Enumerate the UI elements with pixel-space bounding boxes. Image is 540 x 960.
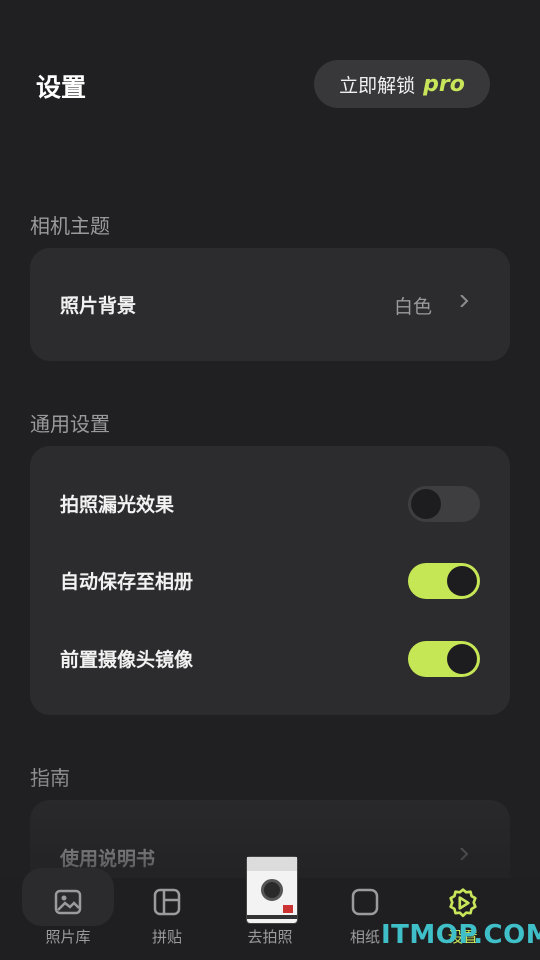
- camera-icon[interactable]: [246, 856, 298, 924]
- paper-icon: [351, 888, 379, 916]
- camera-theme-card: 照片背景 白色: [30, 248, 510, 361]
- photo-background-value: 白色: [393, 296, 432, 318]
- header: 设置 立即解锁 pro: [0, 0, 540, 140]
- front-mirror-label: 前置摄像头镜像: [60, 649, 194, 671]
- settings-icon: [449, 888, 477, 918]
- front-mirror-toggle[interactable]: [408, 641, 480, 677]
- light-leak-label: 拍照漏光效果: [60, 494, 175, 516]
- section-label-guide: 指南: [30, 766, 70, 790]
- camera-red-button: [283, 905, 293, 913]
- page-title: 设置: [36, 73, 87, 102]
- watermark: ITMOP.COM: [381, 920, 540, 950]
- photo-background-row[interactable]: 照片背景 白色: [30, 275, 510, 335]
- light-leak-row: 拍照漏光效果: [30, 474, 510, 534]
- camera-slot: [247, 915, 297, 919]
- general-settings-card: 拍照漏光效果 自动保存至相册 前置摄像头镜像: [30, 446, 510, 715]
- collage-icon: [153, 888, 181, 916]
- manual-label: 使用说明书: [60, 848, 156, 870]
- tab-label: 拼贴: [151, 928, 182, 946]
- unlock-pro-button[interactable]: 立即解锁 pro: [314, 60, 490, 108]
- auto-save-row: 自动保存至相册: [30, 551, 510, 611]
- tab-photo-library[interactable]: 照片库: [20, 878, 116, 960]
- chevron-right-icon: [460, 848, 469, 860]
- photo-background-label: 照片背景: [60, 295, 137, 317]
- auto-save-label: 自动保存至相册: [60, 571, 194, 593]
- front-mirror-row: 前置摄像头镜像: [30, 629, 510, 689]
- toggle-knob: [411, 489, 441, 519]
- auto-save-toggle[interactable]: [408, 563, 480, 599]
- chevron-right-icon: [460, 295, 469, 307]
- tab-collage[interactable]: 拼贴: [119, 878, 215, 960]
- light-leak-toggle[interactable]: [408, 486, 480, 522]
- camera-top: [247, 857, 297, 871]
- tab-label: 照片库: [45, 928, 91, 946]
- unlock-label: 立即解锁: [339, 74, 416, 97]
- toggle-knob: [447, 644, 477, 674]
- section-label-camera-theme: 相机主题: [30, 214, 110, 238]
- pro-label: pro: [423, 71, 465, 97]
- section-label-general: 通用设置: [30, 412, 110, 436]
- tab-label: 去拍照: [247, 928, 293, 946]
- toggle-knob: [447, 566, 477, 596]
- photo-icon: [54, 889, 82, 915]
- camera-lens: [261, 879, 283, 901]
